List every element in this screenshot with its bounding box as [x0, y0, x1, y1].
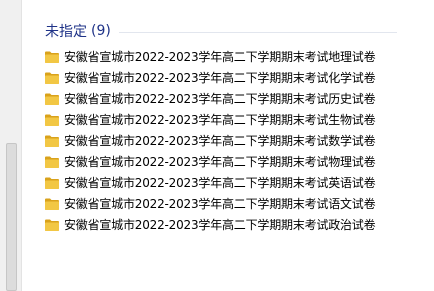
folder-icon [45, 156, 59, 168]
group-count: (9) [91, 23, 111, 39]
file-list-pane: 未指定 (9) 安徽省宣城市2022-2023学年高二下学期期末考试地理试卷 安… [22, 0, 434, 291]
explorer-window: 未指定 (9) 安徽省宣城市2022-2023学年高二下学期期末考试地理试卷 安… [0, 0, 434, 291]
group-header[interactable]: 未指定 (9) [45, 21, 397, 41]
list-item[interactable]: 安徽省宣城市2022-2023学年高二下学期期末考试数学试卷 [44, 130, 376, 151]
list-item[interactable]: 安徽省宣城市2022-2023学年高二下学期期末考试物理试卷 [44, 151, 376, 172]
file-name: 安徽省宣城市2022-2023学年高二下学期期末考试政治试卷 [64, 218, 376, 232]
file-name: 安徽省宣城市2022-2023学年高二下学期期末考试语文试卷 [64, 197, 376, 211]
list-item[interactable]: 安徽省宣城市2022-2023学年高二下学期期末考试生物试卷 [44, 109, 376, 130]
folder-icon [45, 135, 59, 147]
file-name: 安徽省宣城市2022-2023学年高二下学期期末考试物理试卷 [64, 155, 376, 169]
file-name: 安徽省宣城市2022-2023学年高二下学期期末考试地理试卷 [64, 50, 376, 64]
folder-icon [45, 51, 59, 63]
folder-icon [45, 198, 59, 210]
list-item[interactable]: 安徽省宣城市2022-2023学年高二下学期期末考试化学试卷 [44, 67, 376, 88]
folder-icon [45, 219, 59, 231]
list-item[interactable]: 安徽省宣城市2022-2023学年高二下学期期末考试英语试卷 [44, 172, 376, 193]
file-list: 安徽省宣城市2022-2023学年高二下学期期末考试地理试卷 安徽省宣城市202… [44, 46, 376, 235]
list-item[interactable]: 安徽省宣城市2022-2023学年高二下学期期末考试历史试卷 [44, 88, 376, 109]
group-title: 未指定 [45, 24, 87, 40]
file-name: 安徽省宣城市2022-2023学年高二下学期期末考试历史试卷 [64, 92, 376, 106]
vertical-scrollbar[interactable] [0, 0, 22, 291]
scrollbar-thumb[interactable] [6, 143, 17, 291]
folder-icon [45, 177, 59, 189]
file-name: 安徽省宣城市2022-2023学年高二下学期期末考试数学试卷 [64, 134, 376, 148]
file-name: 安徽省宣城市2022-2023学年高二下学期期末考试生物试卷 [64, 113, 376, 127]
list-item[interactable]: 安徽省宣城市2022-2023学年高二下学期期末考试语文试卷 [44, 193, 376, 214]
list-item[interactable]: 安徽省宣城市2022-2023学年高二下学期期末考试地理试卷 [44, 46, 376, 67]
group-divider [118, 31, 397, 33]
file-name: 安徽省宣城市2022-2023学年高二下学期期末考试化学试卷 [64, 71, 376, 85]
file-name: 安徽省宣城市2022-2023学年高二下学期期末考试英语试卷 [64, 176, 376, 190]
folder-icon [45, 114, 59, 126]
folder-icon [45, 72, 59, 84]
folder-icon [45, 93, 59, 105]
list-item[interactable]: 安徽省宣城市2022-2023学年高二下学期期末考试政治试卷 [44, 214, 376, 235]
